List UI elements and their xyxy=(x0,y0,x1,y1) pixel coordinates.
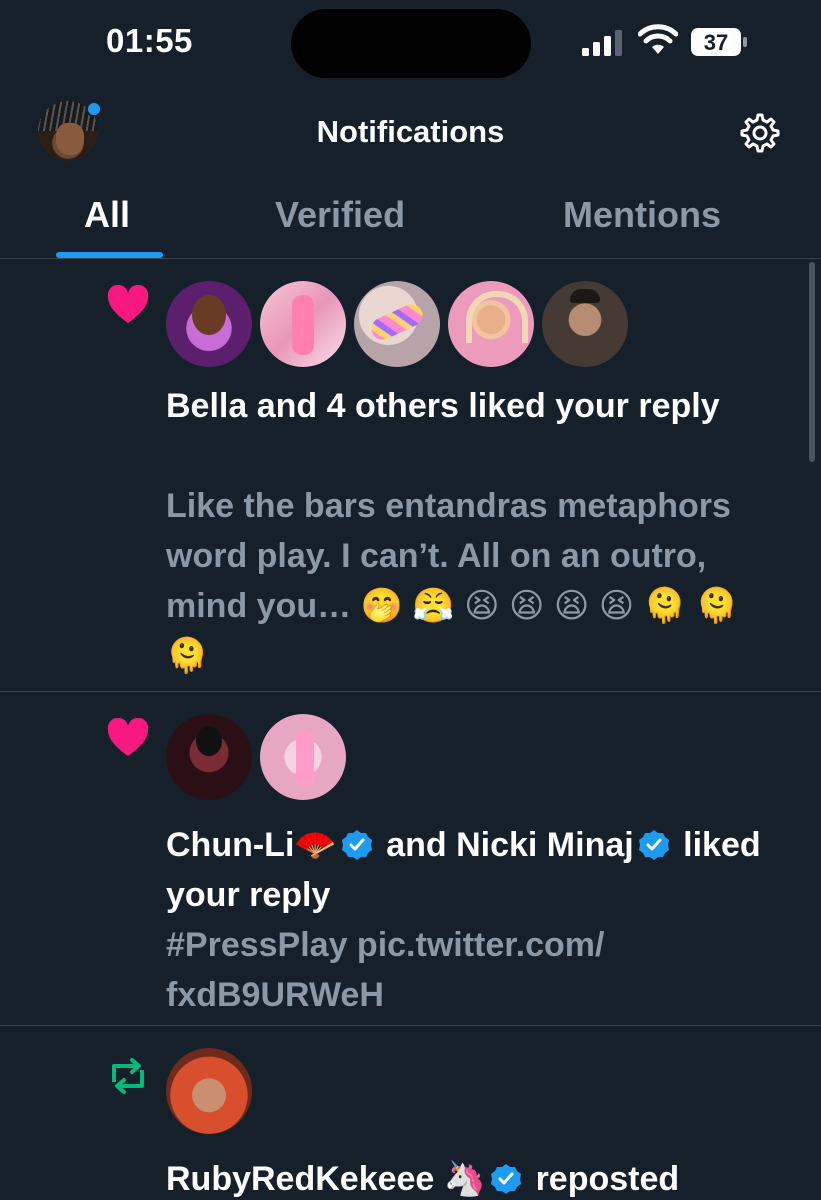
heart-icon xyxy=(107,285,149,323)
battery-icon: 37 xyxy=(691,28,747,56)
page-title: Notifications xyxy=(316,114,505,149)
avatar[interactable] xyxy=(166,714,252,800)
avatar[interactable] xyxy=(260,281,346,367)
notification-item[interactable]: Chun-Li🪭 and Nicki Minaj liked your repl… xyxy=(0,692,821,1026)
avatar[interactable] xyxy=(354,281,440,367)
reply-snippet: Like the bars entandras metaphors word p… xyxy=(166,487,738,675)
notification-body: #PressPlay pic.twitter.com/ fxdB9URWeH xyxy=(166,926,605,1014)
tab-bar: All Verified Mentions xyxy=(0,180,821,259)
notification-body: Like the bars entandras metaphors word p… xyxy=(166,481,786,681)
tab-all[interactable]: All xyxy=(84,194,130,236)
header: Notifications xyxy=(0,90,821,180)
avatar-group xyxy=(166,1048,252,1134)
avatar-group xyxy=(166,281,628,367)
username[interactable]: Chun-Li🪭 xyxy=(166,826,337,864)
notifications-screen: 01:55 37 Notifications All Verified Ment… xyxy=(0,0,821,1200)
avatar[interactable] xyxy=(542,281,628,367)
status-bar: 01:55 37 xyxy=(0,0,821,90)
dynamic-island xyxy=(291,9,531,78)
action-text: reposted xyxy=(535,1160,680,1198)
battery-level: 37 xyxy=(704,30,728,55)
notification-title: RubyRedKekeee 🦄 reposted xyxy=(166,1154,786,1200)
notification-title: Chun-Li🪭 and Nicki Minaj liked your repl… xyxy=(166,820,786,920)
avatar[interactable] xyxy=(260,714,346,800)
tab-mentions[interactable]: Mentions xyxy=(563,194,721,236)
verified-badge-icon xyxy=(638,830,669,860)
verified-badge-icon xyxy=(341,830,372,860)
avatar[interactable] xyxy=(448,281,534,367)
avatar-group xyxy=(166,714,346,800)
tab-verified[interactable]: Verified xyxy=(275,194,405,236)
wifi-icon xyxy=(638,24,678,54)
notification-item[interactable]: RubyRedKekeee 🦄 reposted xyxy=(0,1026,821,1200)
active-tab-indicator xyxy=(56,252,163,258)
notification-title: Bella and 4 others liked your reply xyxy=(166,387,720,425)
status-time: 01:55 xyxy=(106,22,193,59)
connector-text: and xyxy=(386,826,447,864)
username[interactable]: RubyRedKekeee 🦄 xyxy=(166,1160,486,1198)
gear-icon[interactable] xyxy=(738,111,782,155)
repost-icon xyxy=(112,1058,144,1094)
cellular-signal-icon xyxy=(582,30,622,56)
notification-item[interactable]: Bella and 4 others liked your reply Like… xyxy=(0,259,821,692)
heart-icon xyxy=(107,718,149,756)
verified-badge-icon xyxy=(491,1164,522,1194)
avatar[interactable] xyxy=(166,281,252,367)
username[interactable]: Nicki Minaj xyxy=(456,826,634,864)
avatar[interactable] xyxy=(166,1048,252,1134)
